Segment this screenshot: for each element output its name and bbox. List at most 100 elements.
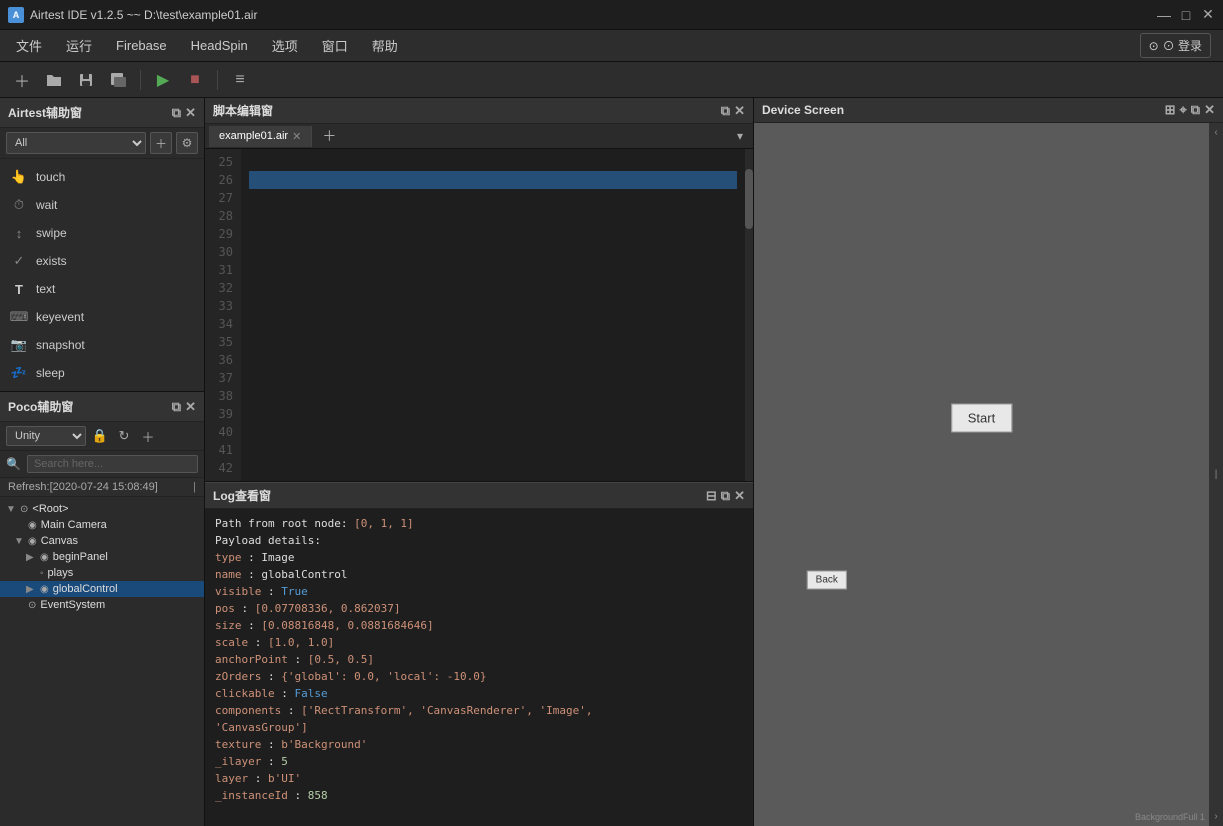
save-all-button[interactable]: [104, 66, 132, 94]
log-clickable-line: clickable : False: [215, 685, 743, 702]
device-grid-icon[interactable]: ⊞: [1165, 102, 1176, 118]
stop-button[interactable]: ■: [181, 66, 209, 94]
device-float-icon[interactable]: ⧉: [1191, 102, 1200, 118]
toolbar-separator: [140, 70, 141, 90]
airtest-item-touch[interactable]: 👆 touch: [0, 163, 204, 191]
menu-run[interactable]: 运行: [54, 32, 104, 59]
code-line-40: [249, 423, 737, 441]
log-name-line: name : globalControl: [215, 566, 743, 583]
menu-window[interactable]: 窗口: [310, 32, 360, 59]
airtest-item-snapshot[interactable]: 📷 snapshot: [0, 331, 204, 359]
tab-dropdown-btn[interactable]: ▾: [731, 127, 749, 145]
airtest-filter-add-btn[interactable]: ＋: [150, 132, 172, 154]
airtest-item-swipe[interactable]: ↕ swipe: [0, 219, 204, 247]
login-label: ⊙ 登录: [1163, 37, 1202, 54]
log-filter-icon[interactable]: ⊟: [706, 488, 717, 504]
tree-event-icon: ⊙: [28, 600, 36, 611]
maximize-button[interactable]: □: [1179, 8, 1193, 22]
tree-global-expand: ▶: [26, 584, 38, 595]
poco-lock-icon[interactable]: 🔒: [90, 426, 110, 446]
poco-engine-select[interactable]: Unity: [6, 426, 86, 446]
tree-begin-panel[interactable]: ▶ ◉ beginPanel: [0, 549, 204, 565]
run-button[interactable]: ▶: [149, 66, 177, 94]
poco-float-icon[interactable]: ⧉: [172, 399, 181, 415]
scroll-up-icon[interactable]: ‹: [1209, 127, 1223, 138]
minimize-button[interactable]: —: [1157, 8, 1171, 22]
tree-root-icon: ⊙: [20, 504, 28, 515]
tree-global-control[interactable]: ▶ ◉ globalControl: [0, 581, 204, 597]
close-button[interactable]: ✕: [1201, 8, 1215, 22]
airtest-item-keyevent[interactable]: ⌨ keyevent: [0, 303, 204, 331]
script-editor-title: 脚本编辑窗: [213, 102, 273, 119]
titlebar-title: Airtest IDE v1.2.5 ~~ D:\test\example01.…: [30, 8, 257, 22]
airtest-item-text[interactable]: T text: [0, 275, 204, 303]
menu-firebase[interactable]: Firebase: [104, 34, 179, 57]
code-line-36: [249, 351, 737, 369]
scroll-down-icon[interactable]: ›: [1209, 811, 1223, 822]
log-anchor-line: anchorPoint : [0.5, 0.5]: [215, 651, 743, 668]
menu-button[interactable]: ≡: [226, 66, 254, 94]
device-screen-inner: Start Back BackgroundFull 1: [754, 123, 1209, 826]
airtest-item-wait[interactable]: ⏱ wait: [0, 191, 204, 219]
airtest-float-icon[interactable]: ⧉: [172, 105, 181, 121]
poco-panel-title: Poco辅助窗: [8, 398, 73, 415]
tab-label: example01.air: [219, 130, 288, 142]
airtest-filter-config-btn[interactable]: ⚙: [176, 132, 198, 154]
tree-main-camera[interactable]: ◉ Main Camera: [0, 517, 204, 533]
script-float-icon[interactable]: ⧉: [721, 103, 730, 119]
log-components-line: components : ['RectTransform', 'CanvasRe…: [215, 702, 743, 719]
poco-search-icon: 🔍: [6, 457, 21, 471]
touch-label: touch: [36, 170, 65, 184]
menu-options[interactable]: 选项: [260, 32, 310, 59]
log-viewer-header-icons: ⊟ ⧉ ✕: [706, 488, 745, 504]
code-scrollbar[interactable]: [745, 149, 753, 481]
tree-root[interactable]: ▼ ⊙ <Root>: [0, 501, 204, 517]
code-line-31: [249, 261, 737, 279]
tree-event-system[interactable]: ⊙ EventSystem: [0, 597, 204, 613]
code-area[interactable]: 2526272829 3031323334 3536373839 404142: [205, 149, 753, 481]
log-float-icon[interactable]: ⧉: [721, 488, 730, 504]
login-button[interactable]: ⊙ ⊙ 登录: [1140, 33, 1211, 58]
poco-panel: Poco辅助窗 ⧉ ✕ Unity 🔒 ↻ ＋ 🔍 Refresh:[2020-…: [0, 392, 204, 826]
code-scrollbar-thumb[interactable]: [745, 169, 753, 229]
log-content[interactable]: Path from root node: [0, 1, 1] Payload d…: [205, 509, 753, 826]
poco-refresh-icon[interactable]: ↻: [114, 426, 134, 446]
tree-plays[interactable]: ◦ plays: [0, 565, 204, 581]
log-texture-line: texture : b'Background': [215, 736, 743, 753]
airtest-close-icon[interactable]: ✕: [185, 105, 196, 121]
poco-close-icon[interactable]: ✕: [185, 399, 196, 415]
sleep-label: sleep: [36, 366, 65, 380]
tab-add-btn[interactable]: ＋: [316, 124, 342, 148]
exists-label: exists: [36, 254, 67, 268]
sleep-icon: 💤: [10, 364, 28, 382]
menu-help[interactable]: 帮助: [360, 32, 410, 59]
save-button[interactable]: [72, 66, 100, 94]
device-pointer-icon[interactable]: ⌖: [1179, 102, 1186, 118]
tab-close-btn[interactable]: ✕: [292, 130, 301, 143]
menubar-items: 文件 运行 Firebase HeadSpin 选项 窗口 帮助: [4, 32, 410, 59]
poco-add-icon[interactable]: ＋: [138, 426, 158, 446]
tab-example01[interactable]: example01.air ✕: [209, 126, 312, 147]
code-line-29: [249, 225, 737, 243]
poco-search-input[interactable]: [27, 455, 198, 473]
wait-label: wait: [36, 198, 57, 212]
code-line-28: [249, 207, 737, 225]
new-button[interactable]: ＋: [8, 66, 36, 94]
open-button[interactable]: [40, 66, 68, 94]
device-back-button[interactable]: Back: [807, 570, 847, 589]
airtest-filter-select[interactable]: All: [6, 132, 146, 154]
code-content[interactable]: [241, 149, 745, 481]
menu-file[interactable]: 文件: [4, 32, 54, 59]
tree-canvas[interactable]: ▼ ◉ Canvas: [0, 533, 204, 549]
log-viewer-title: Log查看窗: [213, 487, 271, 504]
menu-headspin[interactable]: HeadSpin: [179, 34, 260, 57]
airtest-item-exists[interactable]: ✓ exists: [0, 247, 204, 275]
titlebar: A Airtest IDE v1.2.5 ~~ D:\test\example0…: [0, 0, 1223, 30]
script-close-icon[interactable]: ✕: [734, 103, 745, 119]
tree-canvas-label: Canvas: [41, 535, 78, 547]
device-start-button[interactable]: Start: [951, 404, 1012, 433]
device-close-icon[interactable]: ✕: [1204, 102, 1215, 118]
airtest-panel-icons: ⧉ ✕: [172, 105, 196, 121]
log-close-icon[interactable]: ✕: [734, 488, 745, 504]
airtest-item-sleep[interactable]: 💤 sleep: [0, 359, 204, 387]
